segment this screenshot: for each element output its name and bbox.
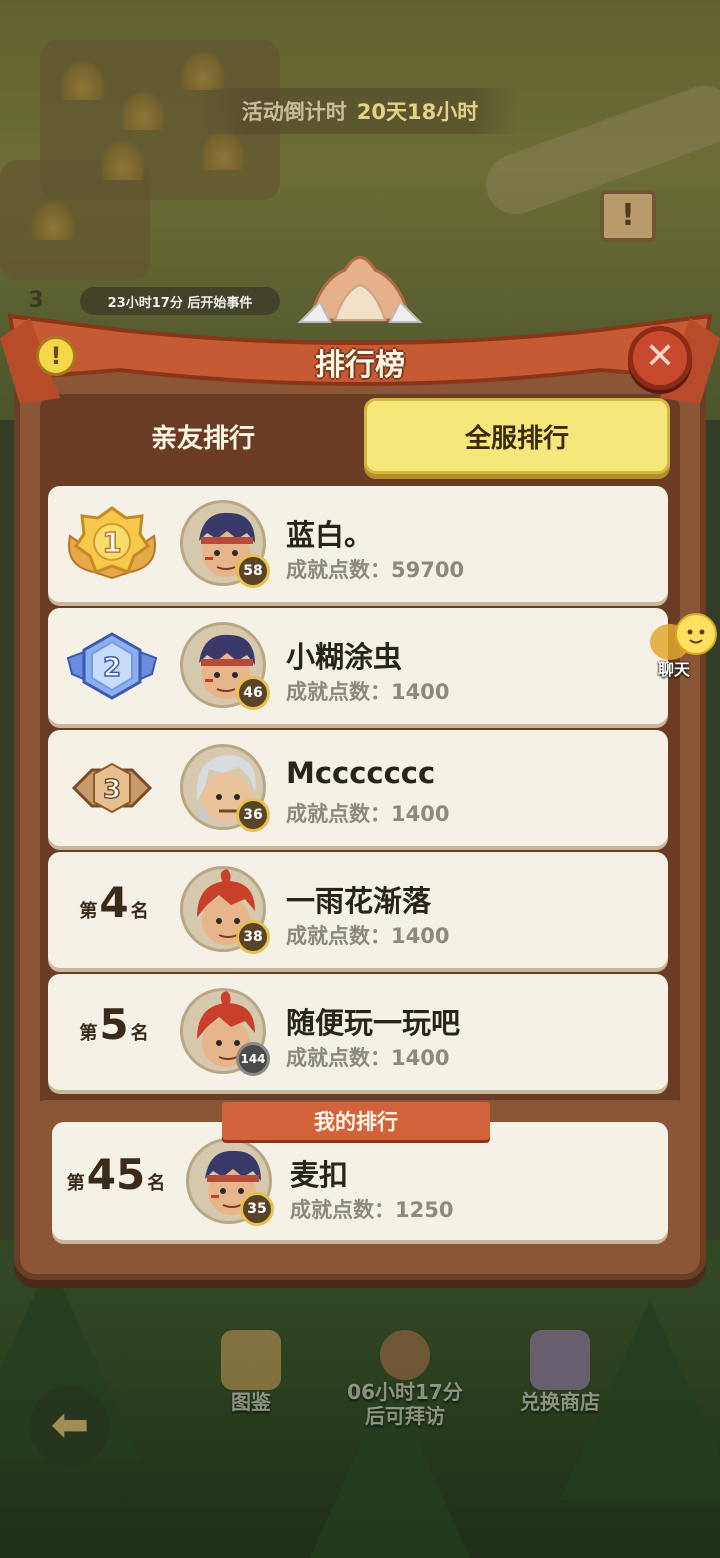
info-icon: ! bbox=[50, 342, 62, 370]
back-button[interactable]: ⬅ bbox=[30, 1386, 110, 1466]
my-rank-banner: 我的排行 bbox=[222, 1102, 490, 1140]
countdown-label: 活动倒计时 bbox=[241, 100, 347, 124]
ranking-row[interactable]: 第 4 名 38 一雨花渐落 成就点数：1400 bbox=[48, 852, 668, 968]
gold-medal-icon: 1 bbox=[68, 506, 156, 580]
exclamation-board-icon[interactable]: ! bbox=[600, 190, 656, 242]
rank-prefix: 第 bbox=[79, 901, 98, 922]
nav-handbook[interactable]: 图鉴 bbox=[196, 1330, 306, 1440]
rank-number: 4 bbox=[99, 878, 129, 927]
my-rank-label: 第 45 名 bbox=[66, 1154, 166, 1210]
chat-label[interactable]: 聊天 bbox=[658, 656, 702, 679]
ranking-row[interactable]: 1 58 蓝白。 成就点数：59700 bbox=[48, 486, 668, 602]
player-name: 麦扣 bbox=[290, 1158, 349, 1192]
player-name: 小糊涂虫 bbox=[286, 640, 403, 674]
rank-suffix: 名 bbox=[130, 901, 149, 922]
player-score: 成就点数：1400 bbox=[286, 924, 450, 948]
nav-shop[interactable]: 兑换商店 bbox=[500, 1330, 620, 1440]
ranking-row[interactable]: 第 5 名 144 随便玩一玩吧 成就点数：1400 bbox=[48, 974, 668, 1090]
player-score: 成就点数：1250 bbox=[290, 1198, 454, 1222]
rank-label: 第 5 名 bbox=[68, 1004, 160, 1060]
tab-friends-ranking[interactable]: 亲友排行 bbox=[50, 398, 356, 474]
back-arrow-icon: ⬅ bbox=[50, 1397, 90, 1451]
nav-label-line1: 06小时17分 bbox=[347, 1380, 463, 1404]
medal-rank-number: 3 bbox=[103, 775, 121, 805]
level-badge: 58 bbox=[236, 554, 270, 588]
ranking-row[interactable]: 2 46 小糊涂虫 成就点数：1400 bbox=[48, 608, 668, 724]
silver-medal-icon: 2 bbox=[66, 632, 158, 700]
visit-avatar-icon bbox=[380, 1330, 430, 1380]
book-icon bbox=[221, 1330, 281, 1390]
player-name: Mccccccc bbox=[286, 756, 436, 790]
nav-label: 图鉴 bbox=[231, 1390, 271, 1414]
bronze-medal-icon: 3 bbox=[71, 762, 153, 814]
rank-suffix: 名 bbox=[147, 1173, 166, 1194]
rank-number: 45 bbox=[86, 1150, 146, 1199]
player-score: 成就点数：59700 bbox=[286, 558, 465, 582]
bottom-nav: 图鉴 06小时17分 后可拜访 兑换商店 bbox=[0, 1330, 720, 1470]
nav-visit[interactable]: 06小时17分 后可拜访 bbox=[330, 1330, 480, 1440]
nav-label-line2: 后可拜访 bbox=[365, 1404, 445, 1428]
level-badge: 38 bbox=[236, 920, 270, 954]
medal-rank-number: 1 bbox=[102, 526, 121, 559]
panel-title: 排行榜 bbox=[315, 348, 405, 383]
rank-suffix: 名 bbox=[130, 1023, 149, 1044]
countdown-value: 20天18小时 bbox=[356, 100, 479, 124]
rank-label: 第 4 名 bbox=[68, 882, 160, 938]
close-button[interactable]: ✕ bbox=[628, 326, 692, 390]
shop-icon bbox=[530, 1330, 590, 1390]
player-name: 一雨花渐落 bbox=[286, 884, 432, 918]
tab-server-ranking[interactable]: 全服排行 bbox=[364, 398, 670, 474]
level-badge: 36 bbox=[236, 798, 270, 832]
level-badge: 35 bbox=[240, 1192, 274, 1226]
player-score: 成就点数：1400 bbox=[286, 680, 450, 704]
nav-label: 兑换商店 bbox=[520, 1390, 600, 1414]
rank-prefix: 第 bbox=[79, 1023, 98, 1044]
close-icon: ✕ bbox=[644, 336, 676, 377]
rank-number: 5 bbox=[99, 1000, 129, 1049]
info-button[interactable]: ! bbox=[36, 336, 76, 376]
activity-countdown-banner: 活动倒计时 20天18小时 bbox=[200, 88, 520, 134]
player-score: 成就点数：1400 bbox=[286, 1046, 450, 1070]
ranking-row[interactable]: 3 36 Mccccccc 成就点数：1400 bbox=[48, 730, 668, 846]
medal-rank-number: 2 bbox=[103, 653, 121, 683]
player-score: 成就点数：1400 bbox=[286, 802, 450, 826]
player-name: 随便玩一玩吧 bbox=[286, 1006, 461, 1040]
player-name: 蓝白。 bbox=[286, 518, 374, 552]
level-badge: 144 bbox=[236, 1042, 270, 1076]
ranking-tabs: 亲友排行 全服排行 bbox=[50, 398, 672, 478]
level-badge: 46 bbox=[236, 676, 270, 710]
rank-prefix: 第 bbox=[66, 1173, 85, 1194]
